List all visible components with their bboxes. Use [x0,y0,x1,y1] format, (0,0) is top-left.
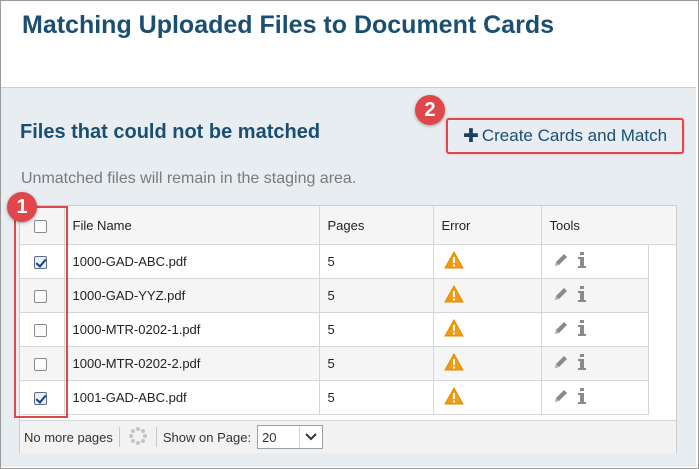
error-cell [433,278,542,313]
row-checkbox[interactable] [34,392,47,406]
info-icon[interactable] [577,353,586,374]
row-select-cell [20,346,65,381]
error-cell [433,380,542,415]
info-icon[interactable] [577,251,586,272]
tools-cell [541,346,649,381]
info-icon[interactable] [577,285,586,306]
footer-divider [118,427,120,447]
error-cell [433,244,542,279]
section-title: Files that could not be matched [20,121,321,143]
row-checkbox[interactable] [34,324,47,338]
warning-icon[interactable] [443,318,464,340]
row-select-cell [20,312,65,347]
row-checkbox[interactable] [34,358,47,372]
column-header-error[interactable]: Error [433,206,542,245]
table-row: 1000-GAD-ABC.pdf 5 [20,244,649,279]
files-table: File Name Pages Error Tools 1000-GAD-ABC… [20,206,649,415]
section-subtitle: Unmatched files will remain in the stagi… [21,170,357,187]
row-checkbox[interactable] [34,256,47,270]
file-name-cell: 1000-GAD-YYZ.pdf [64,278,320,313]
unmatched-files-grid: File Name Pages Error Tools 1000-GAD-ABC… [19,205,677,453]
tools-cell [541,278,649,313]
column-header-file-name[interactable]: File Name [64,206,320,245]
select-all-checkbox[interactable] [34,219,47,233]
row-select-cell [20,244,65,279]
file-name-cell: 1000-GAD-ABC.pdf [64,244,320,279]
pages-cell: 5 [319,312,434,347]
create-cards-and-match-button[interactable]: ✚ Create Cards and Match [446,118,684,154]
table-row: 1001-GAD-ABC.pdf 5 [20,380,649,415]
info-icon[interactable] [577,387,586,408]
pencil-icon[interactable] [552,387,570,408]
page-header: Matching Uploaded Files to Document Card… [1,1,696,88]
pages-cell: 5 [319,346,434,381]
pages-cell: 5 [319,244,434,279]
pages-cell: 5 [319,278,434,313]
row-select-cell [20,380,65,415]
page-size-select[interactable]: 20 [257,425,324,449]
info-icon[interactable] [577,319,586,340]
callout-badge-1: 1 [7,192,37,222]
loading-spinner-icon [128,426,148,449]
create-cards-and-match-label: Create Cards and Match [481,126,668,145]
warning-icon[interactable] [443,352,464,374]
pencil-icon[interactable] [552,353,570,374]
warning-icon[interactable] [443,250,464,272]
chevron-down-icon[interactable] [299,426,322,448]
table-header-row: File Name Pages Error Tools [20,206,649,245]
footer-divider [155,427,157,447]
tools-cell [541,380,649,415]
error-cell [433,312,542,347]
column-header-tools[interactable]: Tools [541,206,649,245]
pencil-icon[interactable] [552,319,570,340]
pencil-icon[interactable] [552,251,570,272]
error-cell [433,346,542,381]
row-select-cell [20,278,65,313]
pencil-icon[interactable] [552,285,570,306]
row-checkbox[interactable] [34,290,47,304]
table-row: 1000-MTR-0202-2.pdf 5 [20,346,649,381]
page-title: Matching Uploaded Files to Document Card… [22,11,554,39]
warning-icon[interactable] [443,386,464,408]
show-on-page-label: Show on Page: [162,429,252,445]
grid-footer: No more pages Show on Page: 20 [20,420,676,453]
file-name-cell: 1001-GAD-ABC.pdf [64,380,320,415]
file-name-cell: 1000-MTR-0202-2.pdf [64,346,320,381]
warning-icon[interactable] [443,284,464,306]
tools-cell [541,312,649,347]
callout-badge-2: 2 [415,95,445,125]
header-filler [648,206,676,245]
table-row: 1000-GAD-YYZ.pdf 5 [20,278,649,313]
column-header-pages[interactable]: Pages [319,206,434,245]
pages-cell: 5 [319,380,434,415]
no-more-pages-text: No more pages [24,429,113,445]
tools-cell [541,244,649,279]
table-row: 1000-MTR-0202-1.pdf 5 [20,312,649,347]
plus-icon: ✚ [462,125,479,147]
file-name-cell: 1000-MTR-0202-1.pdf [64,312,320,347]
page-size-value: 20 [262,429,277,445]
